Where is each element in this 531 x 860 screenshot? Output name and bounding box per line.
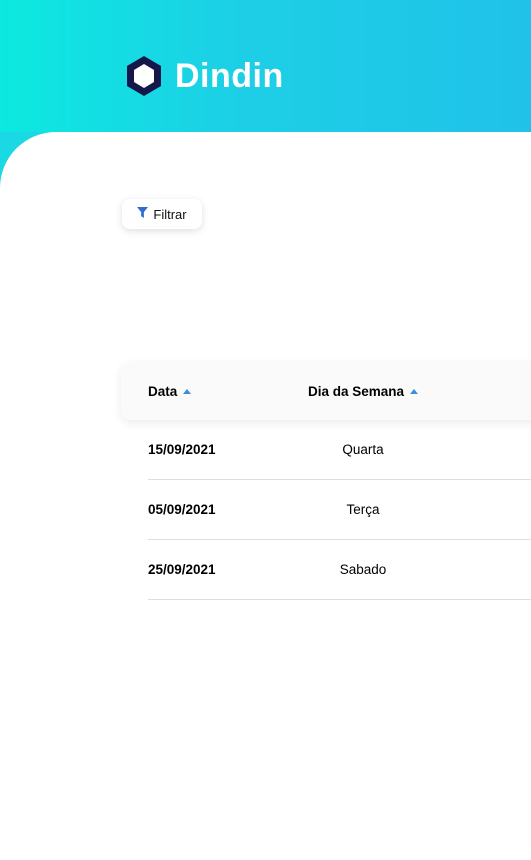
table-row[interactable]: 15/09/2021 Quarta (148, 420, 531, 480)
table-row[interactable]: 05/09/2021 Terça (148, 480, 531, 540)
sort-up-icon (410, 388, 419, 394)
cell-weekday: Quarta (342, 442, 384, 457)
filter-button[interactable]: Filtrar (122, 199, 202, 229)
brand-logo[interactable]: Dindin (124, 54, 284, 98)
brand-name: Dindin (175, 57, 284, 95)
cell-weekday: Sabado (339, 562, 387, 577)
app-header: Dindin (0, 0, 531, 132)
column-header-date[interactable]: Data (148, 362, 192, 420)
table-header: Data Dia da Semana (121, 362, 531, 420)
column-header-weekday-label: Dia da Semana (308, 383, 405, 399)
column-header-weekday[interactable]: Dia da Semana (308, 362, 419, 420)
filter-button-label: Filtrar (153, 206, 187, 222)
cell-weekday: Terça (346, 502, 380, 517)
table-row[interactable]: 25/09/2021 Sabado (148, 540, 531, 600)
funnel-icon (137, 206, 153, 222)
hexagon-logo-icon (124, 54, 164, 98)
cell-date: 25/09/2021 (148, 562, 216, 577)
cell-date: 05/09/2021 (148, 502, 216, 517)
column-header-date-label: Data (148, 383, 178, 399)
sort-up-icon (183, 388, 192, 394)
cell-date: 15/09/2021 (148, 442, 216, 457)
